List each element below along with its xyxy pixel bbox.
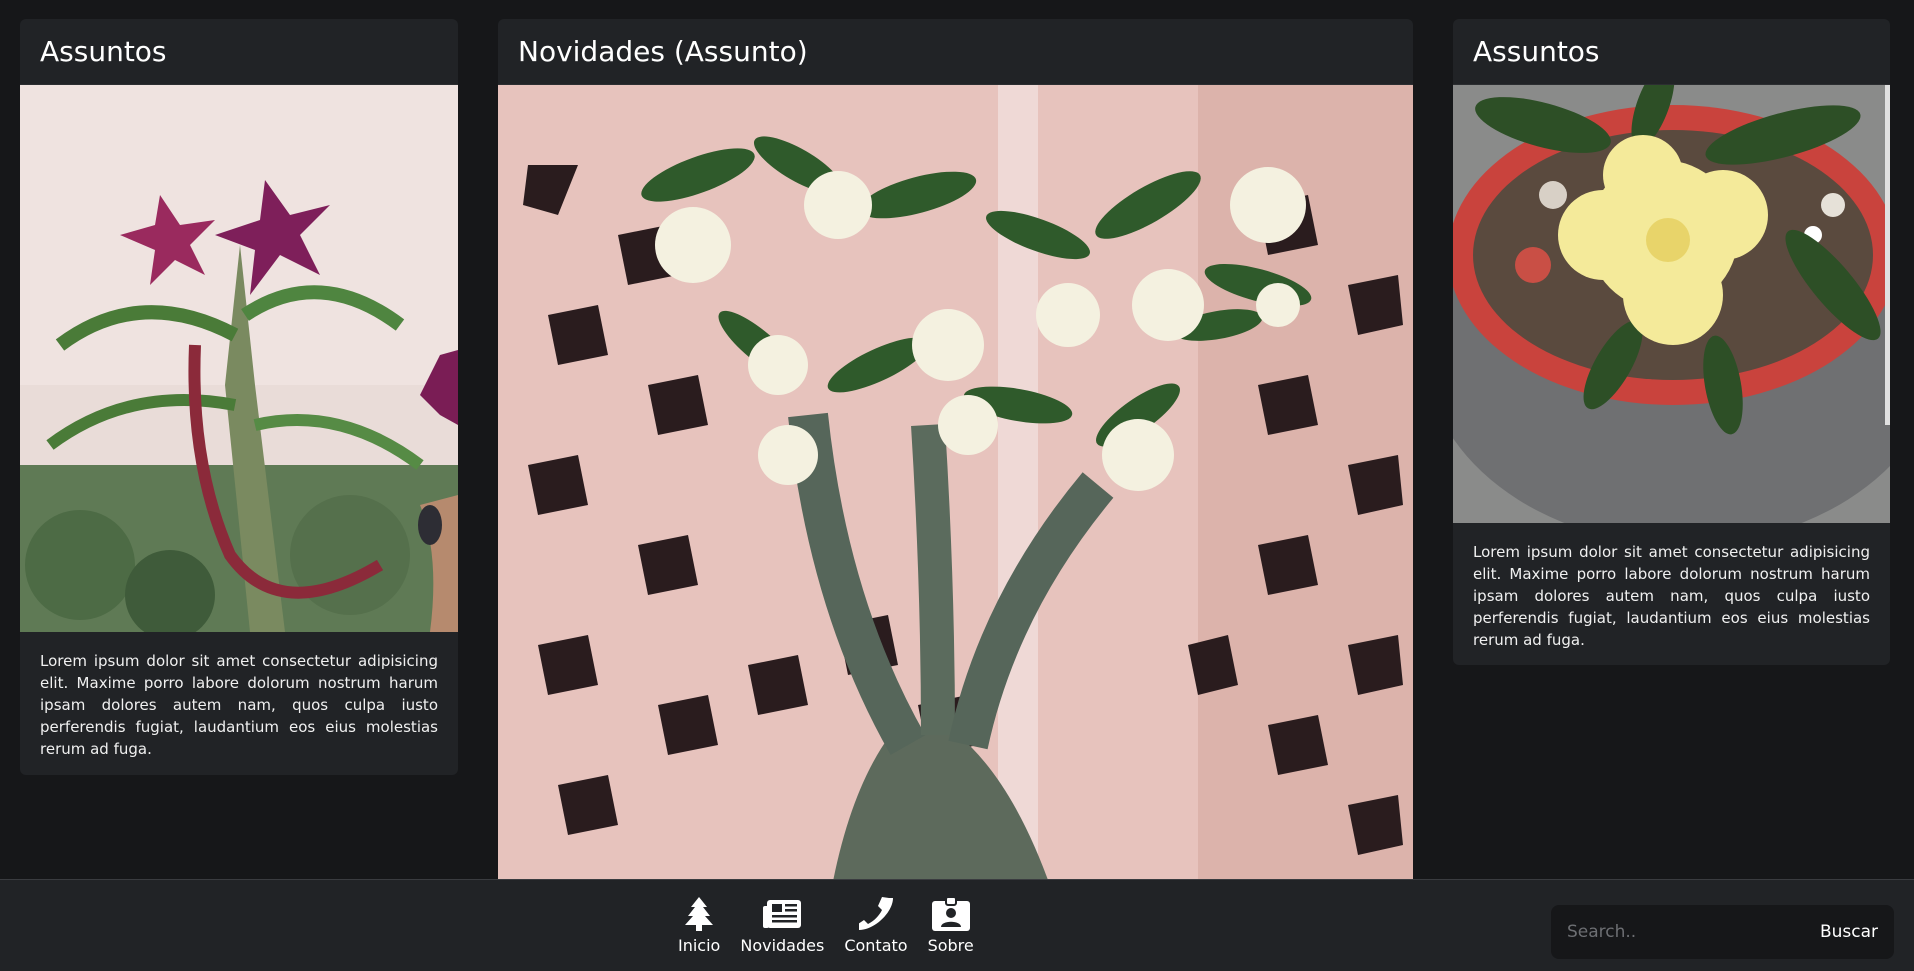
topics-card-right: Assuntos Lorem ipsum dolor sit amet cons… bbox=[1453, 19, 1890, 665]
card-title: Assuntos bbox=[1453, 19, 1890, 85]
nav-item-novidades[interactable]: Novidades bbox=[732, 894, 832, 955]
nav-item-inicio[interactable]: Inicio bbox=[670, 894, 728, 955]
nav-label: Contato bbox=[844, 936, 908, 955]
search-button[interactable]: Buscar bbox=[1812, 922, 1894, 942]
card-text: Lorem ipsum dolor sit amet consectetur a… bbox=[1473, 543, 1870, 649]
page: Assuntos Lorem ipsum dolor sit amet cons… bbox=[0, 0, 1914, 971]
news-card-center: Novidades (Assunto) bbox=[498, 19, 1413, 909]
topics-card-left: Assuntos Lorem ipsum dolor sit amet cons… bbox=[20, 19, 458, 775]
phone-icon bbox=[856, 894, 896, 934]
tree-icon bbox=[679, 894, 719, 934]
bottom-navbar: Inicio Novidades Contato Sobre Search.. … bbox=[0, 879, 1914, 971]
nav-label: Sobre bbox=[927, 936, 974, 955]
id-badge-icon bbox=[931, 894, 971, 934]
newspaper-icon bbox=[762, 894, 802, 934]
nav-label: Novidades bbox=[740, 936, 825, 955]
search-bar: Buscar bbox=[1551, 905, 1894, 959]
card-title: Assuntos bbox=[20, 19, 458, 85]
nav-label: Inicio bbox=[678, 936, 721, 955]
nav-item-sobre[interactable]: Sobre bbox=[920, 894, 982, 955]
card-image-purple-flower bbox=[20, 85, 458, 632]
card-text: Lorem ipsum dolor sit amet consectetur a… bbox=[40, 652, 438, 758]
main-nav: Inicio Novidades Contato Sobre bbox=[670, 894, 982, 955]
nav-item-contato[interactable]: Contato bbox=[836, 894, 915, 955]
card-image-yellow-flower bbox=[1453, 85, 1890, 523]
search-input[interactable] bbox=[1551, 905, 1812, 959]
card-image-white-flowers bbox=[498, 85, 1413, 909]
card-title: Novidades (Assunto) bbox=[498, 19, 1413, 85]
